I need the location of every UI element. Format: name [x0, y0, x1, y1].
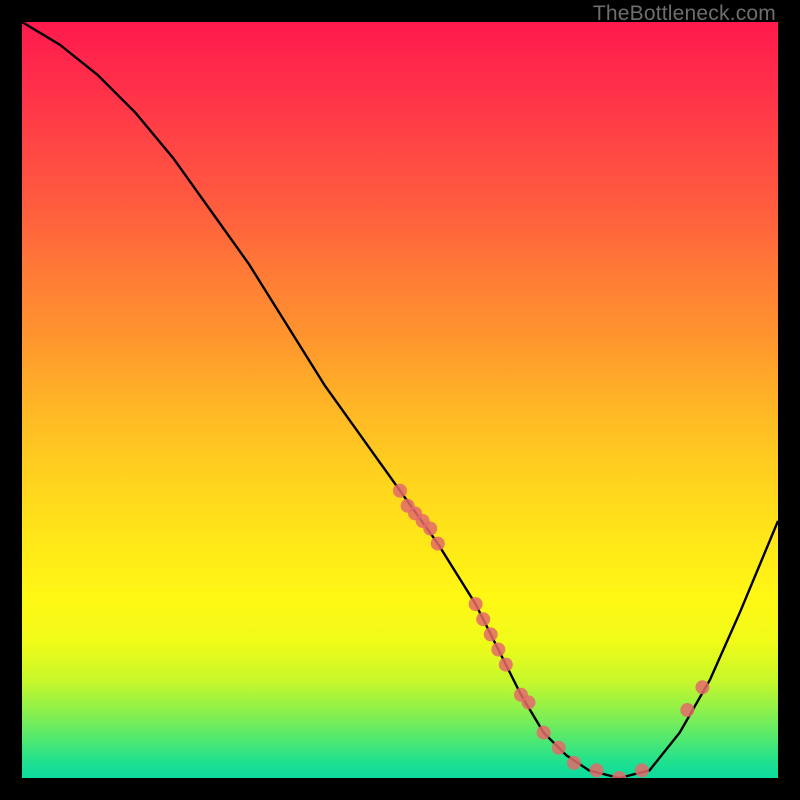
bottleneck-curve — [22, 22, 778, 778]
data-point — [695, 680, 709, 694]
watermark-text: TheBottleneck.com — [593, 2, 776, 26]
data-point — [612, 771, 626, 778]
data-point — [476, 612, 490, 626]
data-point — [491, 643, 505, 657]
data-point — [431, 537, 445, 551]
data-point — [635, 763, 649, 777]
chart-frame — [22, 22, 778, 778]
data-point — [393, 484, 407, 498]
data-point — [522, 695, 536, 709]
data-point — [423, 522, 437, 536]
data-point — [537, 726, 551, 740]
chart-svg — [22, 22, 778, 778]
data-point — [499, 658, 513, 672]
data-point — [680, 703, 694, 717]
data-point — [469, 597, 483, 611]
data-point-markers — [393, 484, 709, 778]
data-point — [590, 763, 604, 777]
data-point — [484, 627, 498, 641]
data-point — [552, 741, 566, 755]
data-point — [567, 756, 581, 770]
